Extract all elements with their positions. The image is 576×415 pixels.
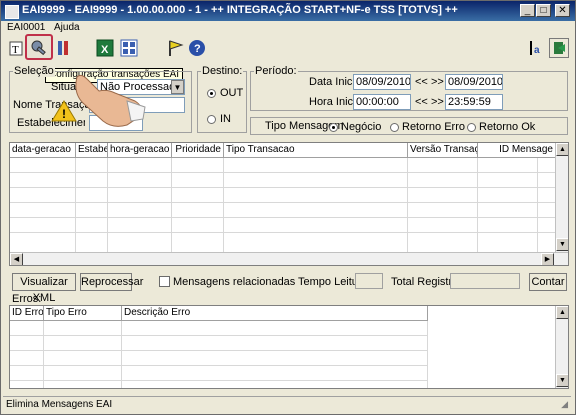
- svg-text:a: a: [534, 45, 540, 56]
- scroll-up-icon[interactable]: ▲: [556, 306, 568, 319]
- erros-label: Erros:: [12, 293, 42, 305]
- tempo-leitura-field: [355, 273, 383, 289]
- exit-icon[interactable]: [549, 38, 569, 58]
- col-header[interactable]: Descrição Erro: [122, 306, 428, 321]
- erros-grid[interactable]: ID Erro Tipo Erro Descrição Erro ▲ ▼: [9, 305, 569, 389]
- retorno-ok-label: Retorno Ok: [479, 121, 536, 133]
- window-title: EAI9999 - EAI9999 - 1.00.00.000 - 1 - ++…: [22, 4, 458, 16]
- maximize-button[interactable]: □: [536, 4, 551, 17]
- destino-legend: Destino:: [201, 65, 244, 77]
- data-final-input[interactable]: 08/09/2010: [445, 74, 503, 90]
- warning-icon: !: [51, 99, 77, 123]
- status-text: Elimina Mensagens EAI: [6, 399, 113, 410]
- col-header[interactable]: ID Mensage: [478, 143, 556, 158]
- destino-out-radio[interactable]: [207, 89, 216, 98]
- scroll-down-icon[interactable]: ▼: [556, 374, 568, 387]
- retorno-ok-radio[interactable]: [467, 123, 476, 132]
- selecao-legend: Seleção: [13, 65, 55, 77]
- scroll-right-icon[interactable]: ▶: [541, 253, 554, 265]
- menu-bar: EAI0001 Ajuda: [1, 21, 575, 35]
- minimize-button[interactable]: _: [520, 4, 535, 17]
- reprocessar-button[interactable]: Reprocessar: [80, 273, 143, 291]
- close-button[interactable]: ✕: [555, 4, 570, 17]
- scroll-up-icon[interactable]: ▲: [556, 143, 568, 156]
- scroll-down-icon[interactable]: ▼: [556, 238, 568, 251]
- hand-pointer-icon: [69, 71, 147, 129]
- negocio-radio[interactable]: [329, 123, 338, 132]
- app-icon: [5, 5, 19, 19]
- total-registros-field: [450, 273, 520, 289]
- help-icon[interactable]: ?: [187, 38, 207, 58]
- scroll-left-icon[interactable]: ◀: [10, 253, 23, 265]
- chevron-down-icon[interactable]: ▼: [171, 80, 184, 94]
- col-header[interactable]: Tipo Erro: [44, 306, 122, 321]
- mensagens-relacionadas-label: Mensagens relacionadas: [173, 276, 296, 288]
- time-prev-button[interactable]: <<: [415, 96, 428, 108]
- date-next-button[interactable]: >>: [431, 76, 444, 88]
- hora-final-input[interactable]: 23:59:59: [445, 94, 503, 110]
- col-header[interactable]: ID Erro: [10, 306, 44, 321]
- flag-icon[interactable]: [165, 38, 185, 58]
- col-header[interactable]: Tipo Transacao: [224, 143, 408, 158]
- excel-export-icon[interactable]: X: [95, 38, 115, 58]
- date-prev-button[interactable]: <<: [415, 76, 428, 88]
- config-transactions-button[interactable]: [25, 34, 53, 60]
- visualizar-xml-button[interactable]: Visualizar XML: [12, 273, 76, 304]
- col-header[interactable]: Prioridade: [172, 143, 224, 158]
- title-bar[interactable]: EAI9999 - EAI9999 - 1.00.00.000 - 1 - ++…: [1, 1, 575, 21]
- messages-grid[interactable]: data-geracao Estabelec hora-geracao Prio…: [9, 142, 569, 266]
- app-window: EAI9999 - EAI9999 - 1.00.00.000 - 1 - ++…: [0, 0, 576, 415]
- grid-config-icon[interactable]: [119, 38, 139, 58]
- resize-grip-icon[interactable]: ◢: [561, 399, 568, 410]
- retorno-erro-label: Retorno Erro: [402, 121, 465, 133]
- filter-icon[interactable]: [55, 38, 75, 58]
- destino-in-radio[interactable]: [207, 115, 216, 124]
- text-tool-icon[interactable]: T: [7, 38, 27, 58]
- col-header[interactable]: Versão Transação: [408, 143, 478, 158]
- menu-help[interactable]: Ajuda: [54, 22, 80, 33]
- toolbar: T X ? a: [3, 34, 573, 62]
- negocio-label: Negócio: [341, 121, 382, 133]
- col-header[interactable]: Estabelec: [76, 143, 108, 158]
- periodo-legend: Período:: [254, 65, 298, 77]
- retorno-erro-radio[interactable]: [390, 123, 399, 132]
- time-next-button[interactable]: >>: [431, 96, 444, 108]
- hora-inicial-input[interactable]: 00:00:00: [353, 94, 411, 110]
- svg-text:T: T: [12, 44, 19, 56]
- data-inicial-input[interactable]: 08/09/2010: [353, 74, 411, 90]
- svg-text:X: X: [101, 44, 109, 56]
- grid-horizontal-scrollbar[interactable]: ◀ ▶: [10, 252, 568, 265]
- sort-icon[interactable]: a: [525, 38, 545, 58]
- col-header[interactable]: hora-geracao: [108, 143, 172, 158]
- destino-out-label: OUT: [220, 87, 244, 99]
- erros-vertical-scrollbar[interactable]: ▲ ▼: [555, 306, 568, 388]
- contar-button[interactable]: Contar: [529, 273, 567, 291]
- menu-file[interactable]: EAI0001: [7, 22, 45, 33]
- col-header[interactable]: data-geracao: [10, 143, 76, 158]
- grid-vertical-scrollbar[interactable]: ▲ ▼: [555, 143, 568, 252]
- mensagens-relacionadas-checkbox[interactable]: [159, 276, 170, 287]
- svg-text:?: ?: [194, 43, 201, 55]
- destino-in-label: IN: [220, 113, 231, 125]
- svg-text:!: !: [62, 107, 66, 121]
- status-bar: Elimina Mensagens EAI ◢: [3, 396, 571, 412]
